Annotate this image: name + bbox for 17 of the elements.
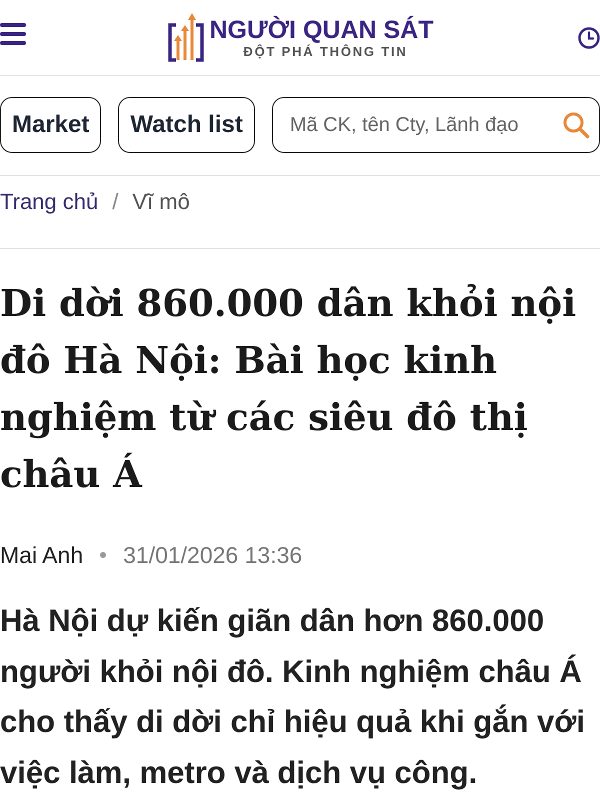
clock-icon[interactable]: [578, 26, 600, 48]
article-lead: Hà Nội dự kiến giãn dân hơn 860.000 người khỏi nội đô. Kinh nghiệm châu Á cho thấy di dời chỉ hiệu quả khi gắn với việc làm, metro và dịch vụ công.: [0, 602, 586, 792]
logo-title: NGƯỜI QUAN SÁT: [209, 16, 434, 44]
nav-button[interactable]: Watch list: [118, 97, 255, 153]
author-name: Mai Anh: [0, 541, 84, 570]
search-icon[interactable]: [562, 111, 590, 139]
menu-icon[interactable]: [0, 22, 26, 44]
breadcrumb-item[interactable]: Trang chủ: [0, 189, 98, 215]
article-title: Di dời 860.000 dân khỏi nội đô Hà Nội: Bài học kinh nghiệm từ các siêu đô thị châu Á: [0, 280, 578, 498]
publish-date: 31/01/2026 13:36: [123, 541, 302, 570]
dot-icon: [100, 552, 106, 558]
breadcrumb-separator: /: [112, 189, 118, 215]
breadcrumb-item: Vĩ mô: [132, 189, 190, 215]
logo-tagline: ĐỘT PHÁ THÔNG TIN: [243, 44, 408, 60]
nav-button[interactable]: Market: [0, 97, 102, 153]
logo-icon[interactable]: [168, 12, 204, 62]
search-field[interactable]: Mã CK, tên Cty, Lãnh đạo: [272, 97, 600, 153]
